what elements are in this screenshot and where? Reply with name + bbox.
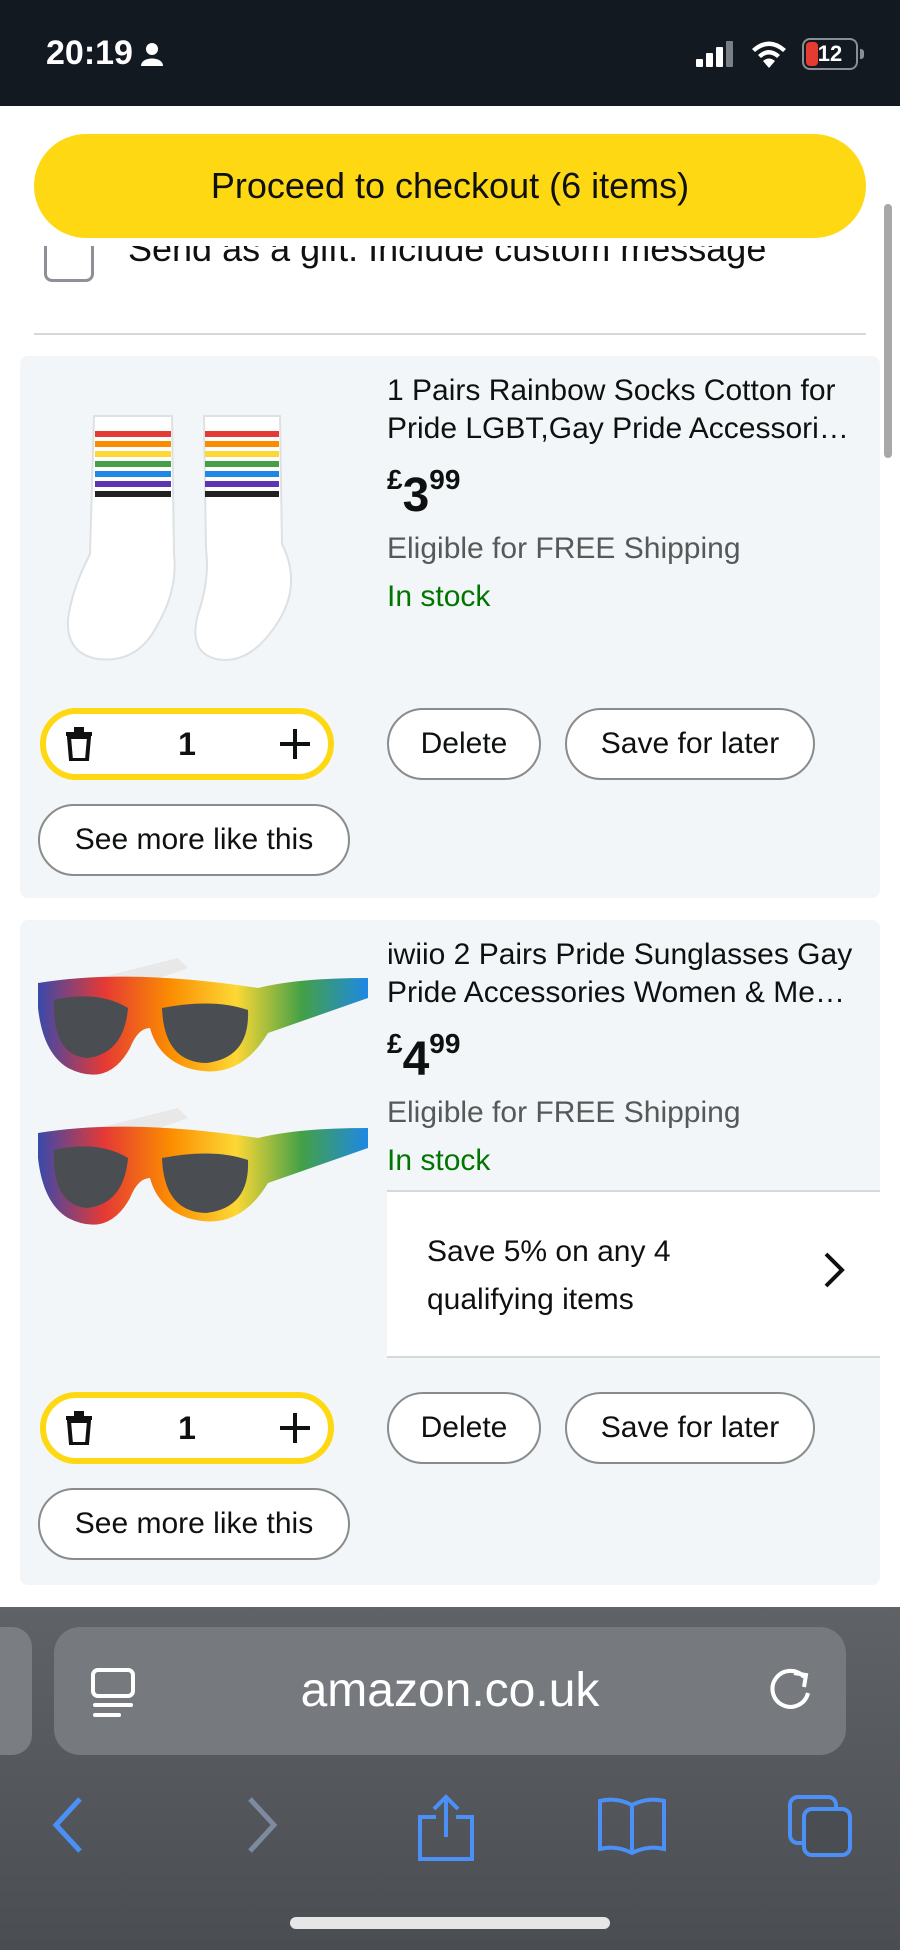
- status-icons: 12: [696, 38, 864, 70]
- product-image-sunglasses[interactable]: [38, 938, 368, 1278]
- proceed-to-checkout-button[interactable]: Proceed to checkout (6 items): [34, 134, 866, 238]
- plus-icon[interactable]: [279, 1413, 310, 1443]
- share-icon[interactable]: [416, 1793, 476, 1863]
- trash-icon[interactable]: [64, 727, 94, 761]
- save-for-later-button[interactable]: Save for later: [565, 708, 815, 780]
- promotion-text: Save 5% on any 4 qualifying items: [427, 1235, 671, 1316]
- plus-icon[interactable]: [279, 729, 310, 759]
- shipping-info: Eligible for FREE Shipping: [387, 532, 741, 565]
- quantity-value: 1: [178, 1409, 196, 1446]
- gift-label: Send as a gift. Include custom message: [128, 246, 767, 269]
- tabs-icon[interactable]: [786, 1793, 854, 1859]
- battery-level: 12: [817, 41, 843, 66]
- quantity-stepper[interactable]: 1: [40, 708, 334, 780]
- delete-button[interactable]: Delete: [387, 708, 541, 780]
- wifi-icon: [752, 41, 786, 68]
- save-for-later-button[interactable]: Save for later: [565, 1392, 815, 1464]
- gift-option[interactable]: Send as a gift. Include custom message: [44, 246, 824, 286]
- previous-tab-preview[interactable]: [0, 1627, 32, 1755]
- divider: [34, 333, 866, 335]
- home-indicator[interactable]: [290, 1917, 610, 1929]
- address-bar[interactable]: amazon.co.uk: [54, 1627, 846, 1755]
- stock-status: In stock: [387, 1144, 491, 1177]
- stock-status: In stock: [387, 580, 491, 613]
- person-icon: [140, 42, 163, 66]
- chevron-right-icon: [824, 1252, 845, 1288]
- status-bar: 20:19 12: [0, 0, 900, 106]
- clock: 20:19: [46, 34, 133, 72]
- battery-icon: 12: [802, 38, 858, 70]
- product-price: £399: [387, 464, 461, 522]
- product-title[interactable]: 1 Pairs Rainbow Socks Cotton for Pride L…: [387, 372, 867, 448]
- see-more-like-this-button[interactable]: See more like this: [38, 1488, 350, 1560]
- forward-icon[interactable]: [242, 1793, 282, 1857]
- bookmarks-icon[interactable]: [596, 1793, 668, 1857]
- cart-item: 1 Pairs Rainbow Socks Cotton for Pride L…: [20, 356, 880, 898]
- scrollbar[interactable]: [884, 204, 892, 458]
- status-time: 20:19: [46, 34, 163, 73]
- signal-icon: [696, 41, 733, 67]
- browser-toolbar: amazon.co.uk: [0, 1607, 900, 1950]
- delete-button[interactable]: Delete: [387, 1392, 541, 1464]
- cart-item: iwiio 2 Pairs Pride Sunglasses Gay Pride…: [20, 920, 880, 1585]
- product-title[interactable]: iwiio 2 Pairs Pride Sunglasses Gay Pride…: [387, 936, 867, 1012]
- browser-nav: [0, 1775, 900, 1885]
- back-icon[interactable]: [48, 1793, 88, 1857]
- url-text: amazon.co.uk: [300, 1664, 600, 1717]
- reload-icon[interactable]: [764, 1663, 816, 1715]
- quantity-stepper[interactable]: 1: [40, 1392, 334, 1464]
- product-image-socks[interactable]: [38, 374, 368, 714]
- gift-checkbox[interactable]: [44, 246, 94, 282]
- quantity-value: 1: [178, 725, 196, 762]
- shipping-info: Eligible for FREE Shipping: [387, 1096, 741, 1129]
- trash-icon[interactable]: [64, 1411, 94, 1445]
- promotion-link[interactable]: Save 5% on any 4 qualifying items: [387, 1190, 880, 1358]
- product-price: £499: [387, 1028, 461, 1086]
- see-more-like-this-button[interactable]: See more like this: [38, 804, 350, 876]
